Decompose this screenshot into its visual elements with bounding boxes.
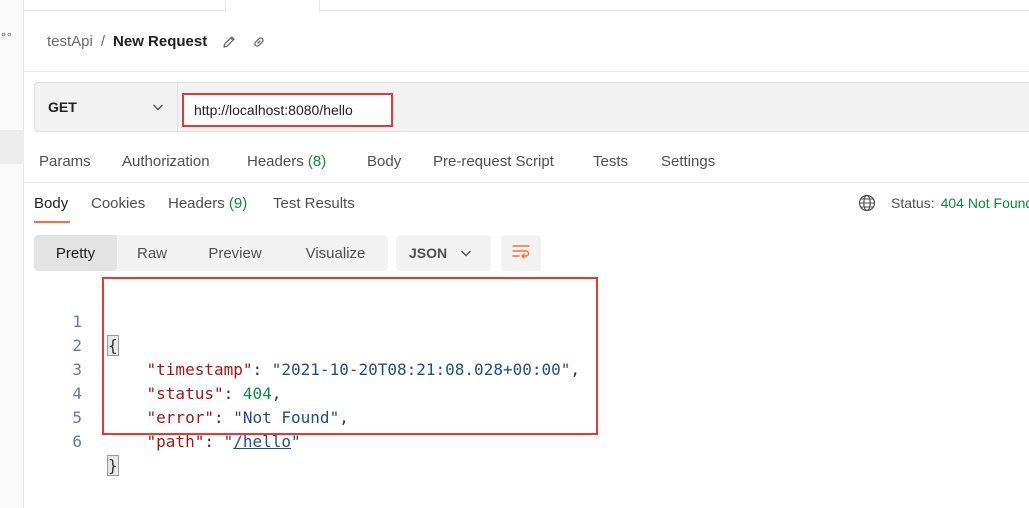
json-string-value: "Not Found" bbox=[233, 408, 340, 427]
format-preview-button[interactable]: Preview bbox=[187, 235, 283, 271]
code-line: 4 "error": "Not Found", bbox=[34, 358, 348, 427]
url-value: http://localhost:8080/hello bbox=[194, 102, 353, 118]
request-tabs: Params Authorization Headers (8) Body Pr… bbox=[24, 143, 1029, 183]
json-number-value: 404 bbox=[242, 384, 272, 403]
tab-params[interactable]: Params bbox=[39, 153, 91, 170]
chevron-down-icon bbox=[459, 246, 473, 260]
method-label: GET bbox=[48, 99, 77, 115]
wrap-lines-icon bbox=[511, 242, 531, 265]
code-line: 6 } bbox=[34, 406, 119, 476]
breadcrumb-collection[interactable]: testApi bbox=[47, 33, 93, 50]
json-link-value[interactable]: /hello bbox=[233, 432, 291, 451]
json-key: "path" bbox=[146, 432, 205, 451]
json-key: "timestamp" bbox=[146, 360, 253, 379]
tab-settings[interactable]: Settings bbox=[661, 153, 715, 170]
tab-body[interactable]: Body bbox=[367, 153, 401, 170]
wrap-lines-button[interactable] bbox=[501, 235, 541, 271]
close-brace: } bbox=[107, 455, 119, 476]
request-bar: GET http://localhost:8080/hello bbox=[34, 82, 1029, 132]
response-tab-cookies[interactable]: Cookies bbox=[91, 195, 145, 212]
open-brace: { bbox=[107, 335, 119, 356]
response-tab-headers-label: Headers bbox=[168, 195, 225, 212]
breadcrumb-separator: / bbox=[100, 33, 106, 50]
left-sidebar: ∘∘ bbox=[0, 0, 24, 508]
tab-strip bbox=[24, 0, 1029, 12]
json-string-value: "2021-10-20T08:21:08.028+00:00" bbox=[271, 360, 571, 379]
tab-tests[interactable]: Tests bbox=[593, 153, 628, 170]
breadcrumb: testApi / New Request bbox=[47, 33, 267, 50]
response-tab-headers[interactable]: Headers (9) bbox=[168, 195, 247, 212]
code-line: 5 "path": "/hello" bbox=[34, 382, 300, 451]
headers-count-badge: (8) bbox=[307, 153, 327, 170]
chevron-down-icon bbox=[151, 100, 165, 114]
format-pretty-button[interactable]: Pretty bbox=[34, 235, 117, 271]
link-icon[interactable] bbox=[251, 34, 267, 50]
request-name[interactable]: New Request bbox=[113, 33, 207, 50]
language-select[interactable]: JSON bbox=[396, 235, 491, 271]
tab-headers-label: Headers bbox=[247, 153, 304, 170]
sidebar-selected-item[interactable] bbox=[0, 130, 24, 164]
request-header: testApi / New Request bbox=[24, 11, 1029, 72]
active-tab-underline bbox=[34, 221, 70, 223]
tab-prerequest-script[interactable]: Pre-request Script bbox=[433, 153, 554, 170]
tab-headers[interactable]: Headers (8) bbox=[247, 153, 326, 170]
response-tab-body[interactable]: Body bbox=[34, 195, 68, 212]
code-line: 2 "timestamp": "2021-10-20T08:21:08.028+… bbox=[34, 310, 580, 379]
language-label: JSON bbox=[409, 245, 448, 261]
line-number: 6 bbox=[72, 432, 82, 451]
method-select[interactable]: GET bbox=[35, 83, 178, 131]
response-status: Status: 404 Not Found bbox=[858, 194, 1029, 212]
json-key: "status" bbox=[146, 384, 224, 403]
more-icon[interactable]: ∘∘ bbox=[0, 28, 13, 41]
code-line: 1 { bbox=[34, 286, 119, 356]
response-tabs: Body Cookies Headers (9) Test Results St… bbox=[24, 184, 1029, 224]
status-label: Status: bbox=[891, 195, 935, 211]
response-body-viewer[interactable]: 1 { 2 "timestamp": "2021-10-20T08:21:08.… bbox=[34, 286, 634, 476]
url-input[interactable]: http://localhost:8080/hello bbox=[182, 93, 393, 127]
code-line: 3 "status": 404, bbox=[34, 334, 281, 403]
response-headers-count-badge: (9) bbox=[228, 195, 248, 212]
format-visualize-button[interactable]: Visualize bbox=[283, 235, 388, 271]
response-tab-test-results[interactable]: Test Results bbox=[273, 195, 355, 212]
globe-icon[interactable] bbox=[858, 194, 876, 212]
status-code[interactable]: 404 Not Found bbox=[941, 195, 1029, 211]
tab-authorization[interactable]: Authorization bbox=[122, 153, 210, 170]
pencil-icon[interactable] bbox=[221, 34, 237, 50]
response-format-group: Pretty Raw Preview Visualize bbox=[34, 235, 388, 271]
format-raw-button[interactable]: Raw bbox=[117, 235, 187, 271]
json-key: "error" bbox=[146, 408, 214, 427]
